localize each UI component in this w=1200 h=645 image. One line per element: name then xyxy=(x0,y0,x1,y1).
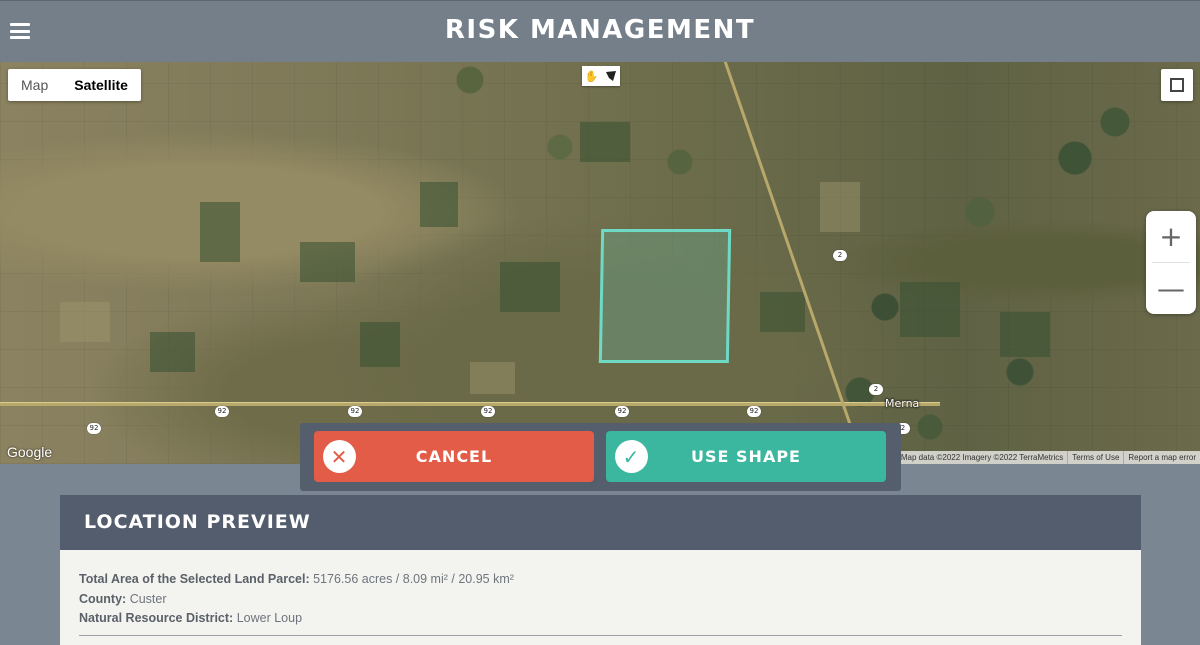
use-shape-button-label: USE SHAPE xyxy=(691,447,801,466)
district-row: Natural Resource District: Lower Loup xyxy=(79,609,1122,629)
map-field xyxy=(580,122,630,162)
highway-92 xyxy=(0,402,940,406)
location-preview-body: Total Area of the Selected Land Parcel: … xyxy=(60,550,1141,645)
county-value: Custer xyxy=(129,591,167,606)
check-icon: ✓ xyxy=(615,440,648,473)
district-label: Natural Resource District: xyxy=(79,611,234,625)
terms-of-use-link[interactable]: Terms of Use xyxy=(1067,451,1123,464)
route-shield: 2 xyxy=(869,384,883,395)
map-type-map-button[interactable]: Map xyxy=(8,69,61,101)
map-field xyxy=(200,202,240,262)
district-value: Lower Loup xyxy=(236,611,303,625)
route-shield: 2 xyxy=(833,250,847,261)
map-field xyxy=(500,262,560,312)
county-label: County: xyxy=(79,591,127,606)
route-shield: 92 xyxy=(481,406,495,417)
map-field xyxy=(300,242,355,282)
use-shape-button[interactable]: ✓ USE SHAPE xyxy=(606,431,886,482)
google-logo: Google xyxy=(7,444,53,460)
county-row: County: Custer xyxy=(79,590,1122,610)
map-field xyxy=(760,292,805,332)
map-field xyxy=(420,182,458,227)
map-type-control: Map Satellite xyxy=(8,69,141,101)
location-preview-title: LOCATION PREVIEW xyxy=(60,495,1141,550)
area-value: 5176.56 acres / 8.09 mi² / 20.95 km² xyxy=(313,572,514,586)
area-row: Total Area of the Selected Land Parcel: … xyxy=(79,570,1122,590)
map-field xyxy=(900,282,960,337)
page-title: RISK MANAGEMENT xyxy=(444,15,756,45)
route-shield: 92 xyxy=(348,406,362,417)
hand-pan-icon[interactable]: ✋ xyxy=(582,66,601,86)
map-field xyxy=(1000,312,1050,357)
route-shield: 92 xyxy=(747,406,761,417)
fullscreen-icon[interactable] xyxy=(1161,69,1193,101)
map-field xyxy=(820,182,860,232)
polygon-draw-icon[interactable] xyxy=(601,66,620,86)
shape-action-bar: ✕ CANCEL ✓ USE SHAPE xyxy=(300,423,901,491)
zoom-in-button[interactable]: + xyxy=(1146,211,1196,262)
route-shield: 92 xyxy=(615,406,629,417)
cancel-button[interactable]: ✕ CANCEL xyxy=(314,431,594,482)
route-shield: 92 xyxy=(215,406,229,417)
map-data-credit: Map data ©2022 Imagery ©2022 TerraMetric… xyxy=(900,453,1064,462)
map-field xyxy=(150,332,195,372)
drawing-tools: ✋ xyxy=(582,66,620,86)
app-header: RISK MANAGEMENT xyxy=(0,0,1200,62)
zoom-control: + — xyxy=(1146,211,1196,314)
area-label: Total Area of the Selected Land Parcel: xyxy=(79,572,310,586)
satellite-map[interactable]: 92 92 92 92 92 92 2 2 2 Merna Map Satell… xyxy=(0,62,1200,464)
close-icon: ✕ xyxy=(323,440,356,473)
map-attribution: Map data ©2022 Imagery ©2022 TerraMetric… xyxy=(896,451,1200,464)
divider xyxy=(79,634,1122,636)
map-type-satellite-button[interactable]: Satellite xyxy=(61,69,141,101)
map-field xyxy=(470,362,515,394)
map-field xyxy=(360,322,400,367)
town-label: Merna xyxy=(885,397,920,410)
cancel-button-label: CANCEL xyxy=(415,447,493,466)
zoom-out-button[interactable]: — xyxy=(1146,263,1196,314)
route-shield: 92 xyxy=(87,423,101,434)
report-map-error-link[interactable]: Report a map error xyxy=(1123,451,1200,464)
selected-parcel-shape[interactable] xyxy=(598,229,732,363)
map-field xyxy=(60,302,110,342)
